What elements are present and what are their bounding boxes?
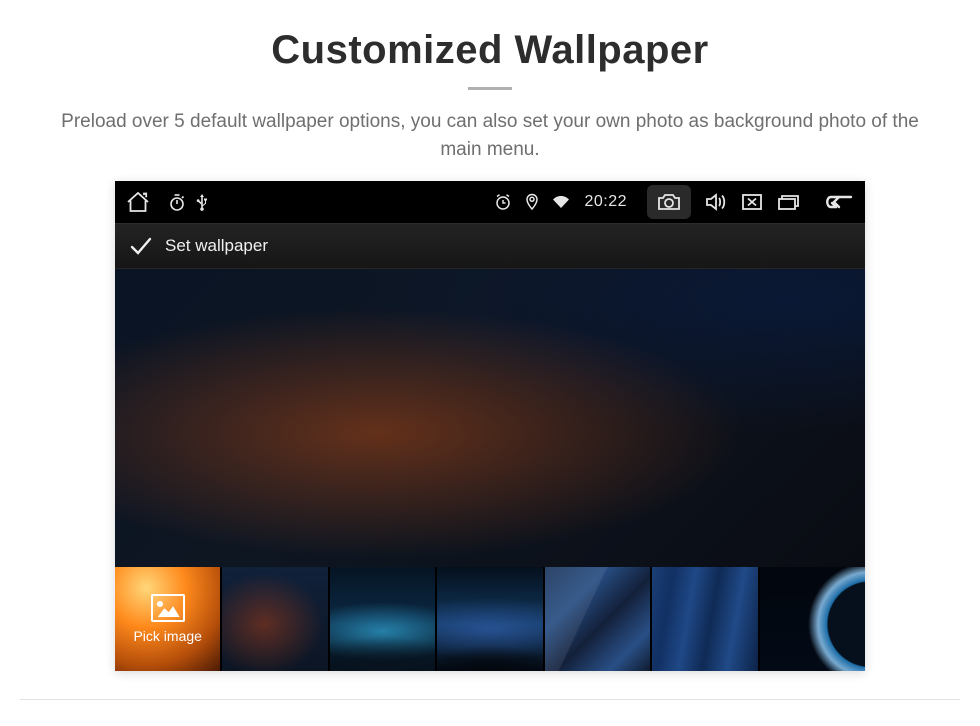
set-wallpaper-label: Set wallpaper xyxy=(165,236,268,256)
page-title: Customized Wallpaper xyxy=(0,0,980,73)
pick-image-button[interactable]: Pick image xyxy=(115,567,220,671)
usb-icon xyxy=(195,193,209,211)
page-subtitle: Preload over 5 default wallpaper options… xyxy=(50,108,930,163)
screenshot-button[interactable] xyxy=(647,185,691,219)
device-screenshot: 20:22 xyxy=(115,181,865,671)
wallpaper-thumb[interactable] xyxy=(330,567,435,671)
pick-image-label: Pick image xyxy=(133,628,201,644)
section-divider xyxy=(20,699,960,700)
alarm-icon[interactable] xyxy=(494,193,512,211)
wallpaper-thumb[interactable] xyxy=(437,567,542,671)
set-wallpaper-action[interactable]: Set wallpaper xyxy=(115,223,865,269)
image-icon xyxy=(151,594,185,622)
close-window-icon[interactable] xyxy=(741,193,763,211)
check-icon xyxy=(129,236,153,256)
wallpaper-preview[interactable] xyxy=(115,269,865,567)
wifi-icon[interactable] xyxy=(552,195,570,209)
status-bar: 20:22 xyxy=(115,181,865,223)
volume-icon[interactable] xyxy=(705,192,727,212)
wallpaper-thumb[interactable] xyxy=(652,567,757,671)
wallpaper-thumb[interactable] xyxy=(760,567,865,671)
back-icon[interactable] xyxy=(821,193,855,211)
recent-apps-icon[interactable] xyxy=(777,193,801,211)
wallpaper-thumb[interactable] xyxy=(222,567,327,671)
timer-icon[interactable] xyxy=(169,193,185,211)
home-icon[interactable] xyxy=(125,191,151,213)
camera-icon xyxy=(657,192,681,212)
clock-time: 20:22 xyxy=(584,193,627,211)
wallpaper-thumb[interactable] xyxy=(545,567,650,671)
title-underline xyxy=(468,87,512,90)
wallpaper-thumbnails: Pick image xyxy=(115,567,865,671)
location-icon[interactable] xyxy=(526,193,538,211)
